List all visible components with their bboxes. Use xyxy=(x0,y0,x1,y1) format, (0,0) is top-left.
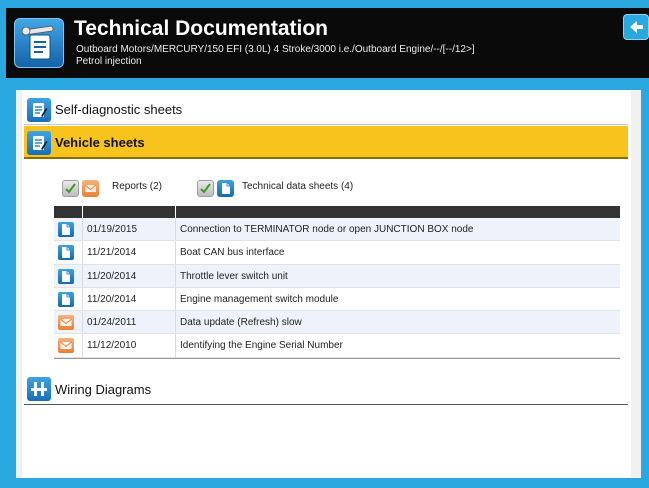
content-area: Self-diagnostic sheets Vehicle sheets Re… xyxy=(16,90,641,478)
filter-bar: Reports (2) Technical data sheets (4) xyxy=(62,178,462,200)
row-description: Boat CAN bus interface xyxy=(180,247,285,259)
technical-filter-label[interactable]: Technical data sheets (4) xyxy=(242,181,353,192)
back-button[interactable] xyxy=(623,14,649,40)
documents-table: 01/19/2015 Connection to TERMINATOR node … xyxy=(54,206,620,359)
wrench-document-icon xyxy=(14,18,64,68)
checkmark-icon xyxy=(65,183,76,194)
document-icon xyxy=(58,291,74,307)
section-label: Self-diagnostic sheets xyxy=(55,102,183,117)
table-body: 01/19/2015 Connection to TERMINATOR node … xyxy=(54,218,620,358)
section-label: Wiring Diagrams xyxy=(55,382,152,397)
envelope-icon xyxy=(82,180,99,197)
table-header xyxy=(54,206,620,218)
vehicle-path-line: Outboard Motors/MERCURY/150 EFI (3.0L) 4… xyxy=(76,44,475,55)
table-row[interactable]: 01/24/2011 Data update (Refresh) slow xyxy=(54,311,620,335)
checkmark-icon xyxy=(200,183,211,194)
technical-sheets-checkbox[interactable] xyxy=(197,180,214,197)
row-date: 11/12/2010 xyxy=(87,340,137,352)
table-row[interactable]: 11/20/2014 Throttle lever switch unit xyxy=(54,264,620,288)
table-row[interactable]: 11/21/2014 Boat CAN bus interface xyxy=(54,241,620,265)
page-title: Technical Documentation xyxy=(74,17,328,40)
table-row[interactable]: 01/19/2015 Connection to TERMINATOR node … xyxy=(54,218,620,242)
envelope-icon xyxy=(58,338,74,354)
table-row[interactable]: 11/12/2010 Identifying the Engine Serial … xyxy=(54,334,620,358)
row-description: Connection to TERMINATOR node or open JU… xyxy=(180,224,474,235)
row-date: 11/21/2014 xyxy=(87,247,137,259)
document-icon xyxy=(217,180,234,197)
row-date: 01/24/2011 xyxy=(87,317,137,329)
fuel-type-line: Petrol injection xyxy=(76,56,142,67)
header-bar: Technical Documentation Outboard Motors/… xyxy=(6,8,649,78)
section-wiring-diagrams[interactable]: Wiring Diagrams xyxy=(24,372,628,405)
row-date: 01/19/2015 xyxy=(87,224,138,235)
row-date: 11/20/2014 xyxy=(87,270,137,282)
app-frame: Technical Documentation Outboard Motors/… xyxy=(0,0,649,488)
reports-checkbox[interactable] xyxy=(62,180,79,197)
table-row[interactable]: 11/20/2014 Engine management switch modul… xyxy=(54,287,620,312)
document-pencil-icon xyxy=(27,131,51,155)
row-date: 11/20/2014 xyxy=(87,293,137,305)
row-description: Engine management switch module xyxy=(180,293,339,305)
section-label: Vehicle sheets xyxy=(55,135,145,150)
envelope-icon xyxy=(58,315,74,331)
reports-filter-label[interactable]: Reports (2) xyxy=(112,181,162,192)
document-icon xyxy=(58,268,74,284)
arrow-left-icon xyxy=(630,21,643,33)
document-icon xyxy=(58,245,74,261)
document-pencil-icon xyxy=(27,98,51,122)
vehicle-path: Outboard Motors/MERCURY/150 EFI (3.0L) 4… xyxy=(76,44,475,68)
row-description: Identifying the Engine Serial Number xyxy=(180,340,343,352)
document-icon xyxy=(58,222,74,237)
documentation-panel: Self-diagnostic sheets Vehicle sheets Re… xyxy=(22,90,631,478)
row-description: Throttle lever switch unit xyxy=(180,270,288,282)
section-vehicle-sheets[interactable]: Vehicle sheets xyxy=(24,126,628,159)
wiring-connector-icon xyxy=(27,377,51,401)
section-self-diagnostic[interactable]: Self-diagnostic sheets xyxy=(24,95,628,125)
row-description: Data update (Refresh) slow xyxy=(180,317,302,329)
